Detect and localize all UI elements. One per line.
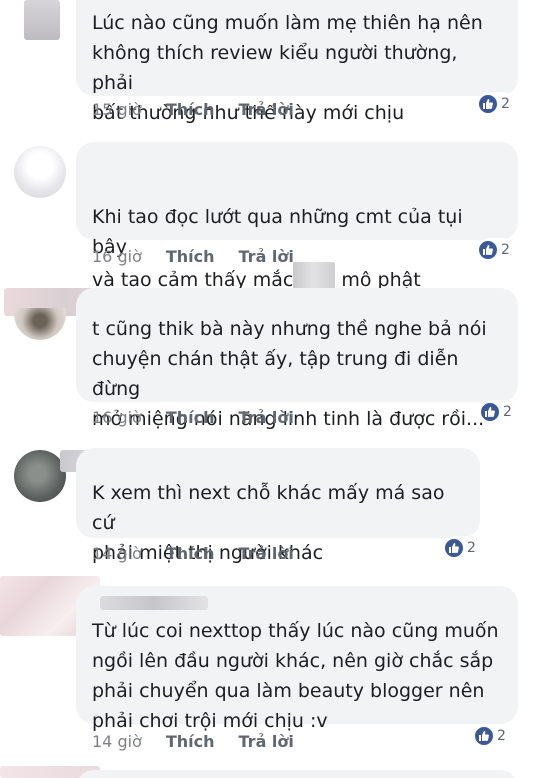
comment-actions: 15 giờ Thích Trả lời bbox=[92, 100, 294, 119]
commenter-name-blurred[interactable] bbox=[100, 596, 208, 610]
reaction-number: 2 bbox=[503, 404, 512, 420]
reaction-number: 2 bbox=[501, 96, 510, 112]
comment-bubble: Khi tao đọc lướt qua những cmt của tụi b… bbox=[76, 142, 518, 294]
next-comment-bubble bbox=[76, 770, 518, 778]
like-button[interactable]: Thích bbox=[166, 732, 215, 751]
comment-time[interactable]: 16 giờ bbox=[92, 408, 142, 427]
like-button[interactable]: Thích bbox=[166, 544, 215, 563]
reply-button[interactable]: Trả lời bbox=[239, 408, 294, 427]
reply-button[interactable]: Trả lời bbox=[239, 732, 294, 751]
comment-time[interactable]: 15 giờ bbox=[92, 100, 142, 119]
avatar[interactable] bbox=[14, 146, 66, 198]
comment-bubble: t cũng thik bà này nhưng thề nghe bả nói… bbox=[76, 288, 518, 430]
reaction-count[interactable]: 2 bbox=[478, 92, 514, 116]
like-button[interactable]: Thích bbox=[166, 247, 215, 266]
comment-time[interactable]: 14 giờ bbox=[92, 544, 142, 563]
reaction-count[interactable]: 2 bbox=[480, 400, 516, 424]
reaction-number: 2 bbox=[467, 540, 476, 556]
like-button[interactable]: Thích bbox=[166, 100, 215, 119]
comment-bubble: K xem thì next chỗ khác mấy má sao cứ ph… bbox=[76, 448, 480, 564]
reaction-number: 2 bbox=[501, 242, 510, 258]
like-icon bbox=[478, 240, 498, 260]
reaction-count[interactable]: 2 bbox=[478, 238, 514, 262]
avatar[interactable] bbox=[14, 308, 66, 340]
like-icon bbox=[478, 94, 498, 114]
comment-time[interactable]: 16 giờ bbox=[92, 247, 142, 266]
reaction-number: 2 bbox=[497, 728, 506, 744]
comment-bubble: Lúc nào cũng muốn làm mẹ thiên hạ nên kh… bbox=[76, 0, 518, 124]
reaction-count[interactable]: 2 bbox=[474, 724, 510, 748]
reply-button[interactable]: Trả lời bbox=[239, 247, 294, 266]
like-icon bbox=[480, 402, 500, 422]
comment-actions: 16 giờ Thích Trả lời bbox=[92, 247, 294, 266]
avatar[interactable] bbox=[14, 450, 66, 502]
like-icon bbox=[444, 538, 464, 558]
comment-actions: 14 giờ Thích Trả lời bbox=[92, 544, 294, 563]
avatar-blurred[interactable] bbox=[24, 0, 60, 40]
reaction-count[interactable]: 2 bbox=[444, 536, 480, 560]
reply-button[interactable]: Trả lời bbox=[239, 100, 294, 119]
reply-button[interactable]: Trả lời bbox=[239, 544, 294, 563]
comment-actions: 16 giờ Thích Trả lời bbox=[92, 408, 294, 427]
like-icon bbox=[474, 726, 494, 746]
comment-actions: 14 giờ Thích Trả lời bbox=[92, 732, 294, 751]
comment-time[interactable]: 14 giờ bbox=[92, 732, 142, 751]
like-button[interactable]: Thích bbox=[166, 408, 215, 427]
